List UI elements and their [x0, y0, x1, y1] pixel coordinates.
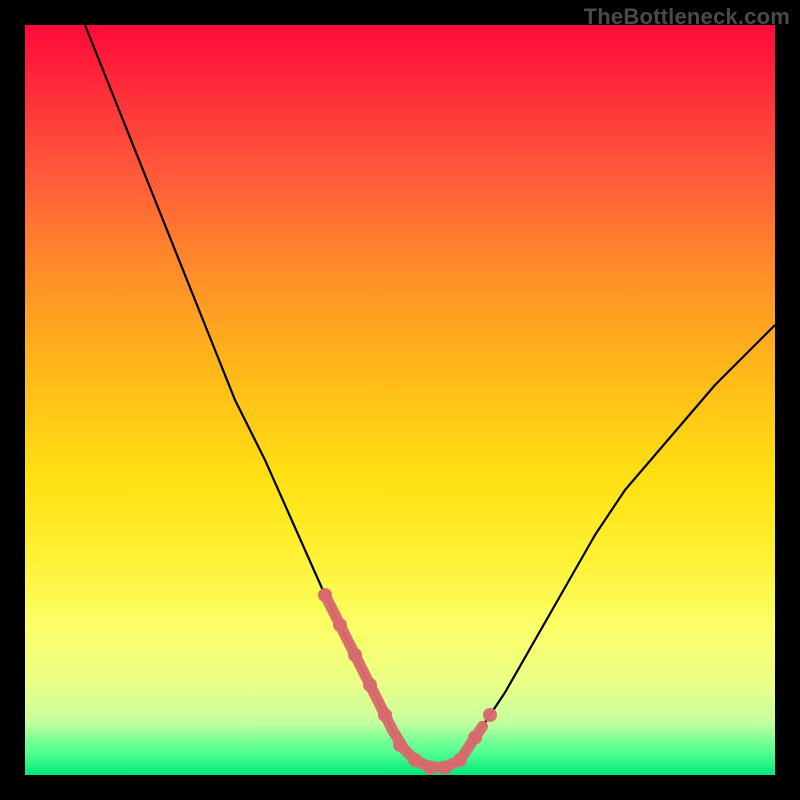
highlight-bead [378, 708, 392, 722]
highlight-bead [333, 618, 347, 632]
highlight-bead [408, 753, 422, 767]
bottleneck-curve [85, 25, 775, 768]
highlight-bead [393, 738, 407, 752]
chart-svg [25, 25, 775, 775]
highlight-bead [318, 588, 332, 602]
highlight-bead [453, 753, 467, 767]
highlight-markers [318, 588, 497, 775]
plot-area [25, 25, 775, 775]
highlight-bead [468, 731, 482, 745]
watermark-text: TheBottleneck.com [584, 4, 790, 30]
highlight-bead [483, 708, 497, 722]
outer-frame: TheBottleneck.com [0, 0, 800, 800]
highlight-bead [438, 761, 452, 775]
highlight-bead [348, 648, 362, 662]
highlight-bead [363, 678, 377, 692]
highlight-bead [423, 761, 437, 775]
